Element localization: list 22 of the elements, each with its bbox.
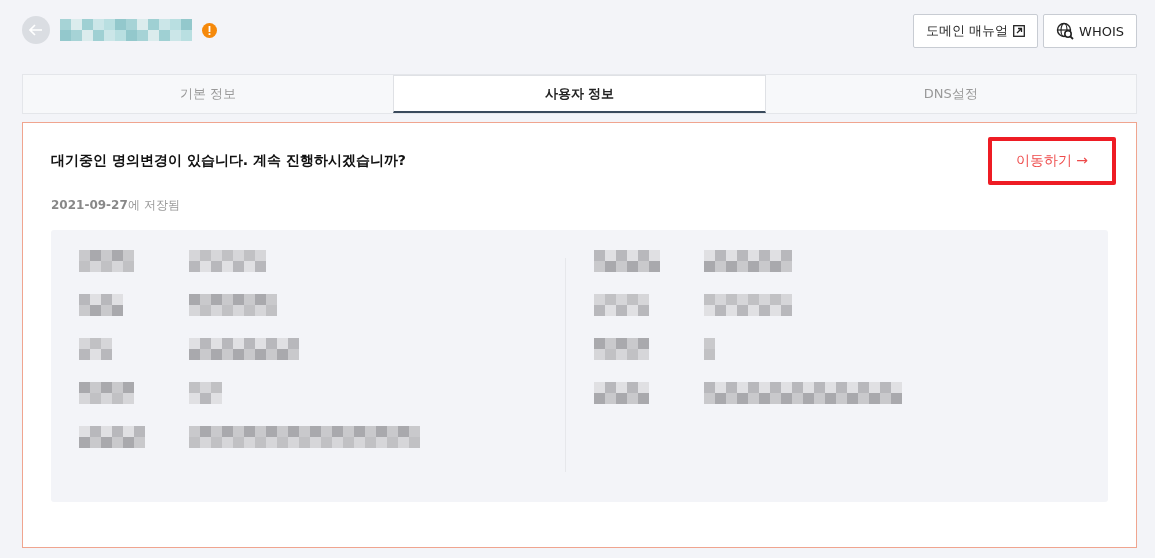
whois-button[interactable]: WHOIS — [1043, 14, 1137, 48]
blurred-text — [594, 294, 649, 316]
saved-date: 2021-09-27 — [51, 198, 128, 212]
globe-search-icon — [1056, 22, 1075, 40]
back-button[interactable] — [22, 16, 50, 44]
blurred-text — [79, 294, 123, 316]
blurred-text — [704, 338, 715, 360]
blurred-text — [189, 382, 222, 404]
blurred-text — [79, 426, 145, 448]
blurred-text — [594, 338, 649, 360]
tab[interactable]: 사용자 정보 — [393, 75, 766, 113]
manual-button[interactable]: 도메인 매뉴얼 — [912, 14, 1039, 48]
arrow-left-icon — [29, 24, 43, 36]
blurred-text — [594, 250, 660, 272]
blurred-text — [79, 250, 134, 272]
saved-label: 에 저장됨 — [127, 198, 180, 212]
blurred-text — [594, 382, 649, 404]
blurred-text — [79, 382, 134, 404]
blurred-text — [79, 338, 112, 360]
move-link[interactable]: 이동하기 → — [987, 137, 1116, 185]
notice-message: 대기중인 명의변경이 있습니다. 계속 진행하시겠습니까? — [51, 152, 406, 170]
external-link-icon — [1013, 25, 1026, 37]
